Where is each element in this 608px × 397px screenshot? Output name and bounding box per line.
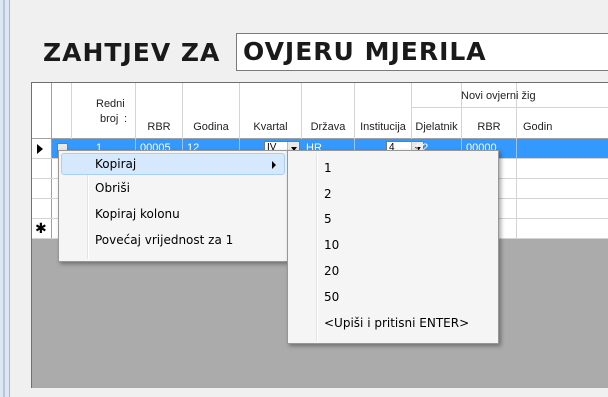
col-header-djelatnik[interactable]: Djelatnik [412, 83, 462, 139]
col-header-redni-line2: broj [100, 113, 119, 125]
group-header-novi-ovjerni-zig: Novi ovjerni žig [461, 90, 536, 102]
submenu-item-50[interactable]: 50 [290, 286, 496, 308]
submenu-item-20[interactable]: 20 [290, 260, 496, 282]
cell-godina-2[interactable] [517, 199, 608, 219]
cell-godina-2[interactable] [517, 179, 608, 199]
cell-godina-2[interactable] [517, 159, 608, 179]
col-resize-dots: : [124, 113, 128, 125]
col-header-godina[interactable]: Godina [183, 83, 240, 139]
context-menu: Kopiraj Obriši Kopiraj kolonu Povećaj vr… [58, 150, 288, 262]
title-main: OVJERU MJERILA [243, 37, 487, 66]
new-row-asterisk-icon: ✱ [35, 220, 47, 236]
submenu-arrow-icon [272, 161, 276, 169]
row-header[interactable] [32, 159, 52, 178]
menu-item-povecaj-vrijednost[interactable]: Povećaj vrijednost za 1 [61, 229, 285, 251]
submenu-item-2[interactable]: 2 [290, 183, 496, 205]
row-header-corner [32, 83, 52, 139]
current-row-indicator-icon [37, 144, 43, 154]
col-header-drzava[interactable]: Država [302, 83, 355, 139]
row-header[interactable] [32, 199, 52, 218]
cell-godina-2[interactable] [517, 139, 608, 159]
col-header-rbr[interactable]: RBR [136, 83, 183, 139]
submenu-kopiraj: 1 2 5 10 20 50 <Upiši i pritisni ENTER> [287, 150, 499, 344]
left-panel-edge [0, 0, 10, 397]
col-header-kvartal[interactable]: Kvartal [240, 83, 302, 139]
row-header[interactable]: ✱ [32, 219, 52, 238]
submenu-item-5[interactable]: 5 [290, 208, 496, 230]
submenu-item-10[interactable]: 10 [290, 234, 496, 256]
cell-godina-2[interactable] [517, 219, 608, 239]
title-area: ZAHTJEV ZA OVJERU MJERILA [10, 0, 608, 84]
col-header-redni-broj[interactable]: Redni broj : [72, 83, 136, 139]
title-box: OVJERU MJERILA [236, 33, 608, 71]
header-checkbox-col [52, 83, 72, 139]
title-prefix: ZAHTJEV ZA [43, 38, 221, 67]
menu-item-kopiraj-kolonu[interactable]: Kopiraj kolonu [61, 203, 285, 225]
submenu-item-1[interactable]: 1 [290, 157, 496, 179]
col-header-redni-line1: Redni [96, 98, 125, 110]
row-header[interactable] [32, 139, 52, 158]
row-header[interactable] [32, 179, 52, 198]
group-header-divider [412, 107, 608, 108]
grid-header: Redni broj : RBR Godina Kvartal Država I… [32, 83, 608, 139]
submenu-item-custom[interactable]: <Upiši i pritisni ENTER> [290, 312, 496, 334]
menu-item-obrisi[interactable]: Obriši [61, 177, 285, 199]
menu-item-kopiraj[interactable]: Kopiraj [61, 153, 285, 175]
col-header-institucija[interactable]: Institucija [355, 83, 412, 139]
